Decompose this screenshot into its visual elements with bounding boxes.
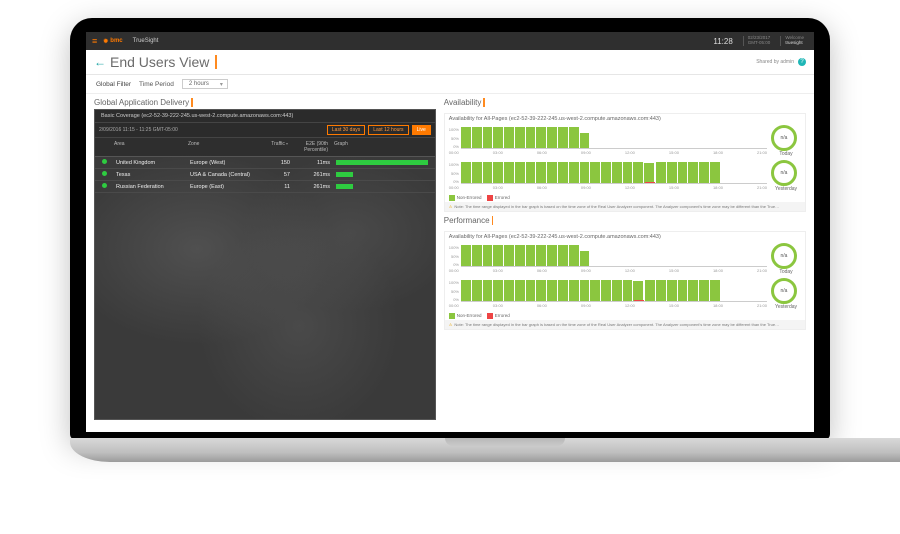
availability-subtitle: Availability for All-Pages (ec2-52-39-22…	[445, 114, 805, 124]
table-header: Area Zone Traffic E2E (90th Percentile) …	[95, 138, 435, 157]
perf-today-donut: n/a	[771, 243, 797, 269]
range-12h-button[interactable]: Last 12 hours	[368, 125, 408, 135]
title-accent	[215, 55, 217, 69]
filter-row: Global Filter Time Period 2 hours	[86, 75, 814, 94]
table-body: United KingdomEurope (West)15011msTexasU…	[95, 157, 435, 193]
perf-yest-sidelabel: n/a Yesterday	[771, 278, 801, 310]
perf-note: ⚠ Note: The time range displayed in the …	[445, 320, 805, 329]
performance-subtitle: Availability for All-Pages (ec2-52-39-22…	[445, 232, 805, 242]
availability-title: Availability	[444, 98, 806, 107]
perf-today-sidelabel: n/a Today	[771, 243, 801, 275]
brand-spark-icon: ✹	[103, 38, 108, 45]
clock: 11:28	[713, 37, 732, 46]
range-30d-button[interactable]: Last 30 days	[327, 125, 365, 135]
topbar: ≡ ✹ bmc TrueSight 11:28 02/23/2017 GMT-0…	[86, 32, 814, 50]
col-p90[interactable]: E2E (90th Percentile)	[291, 140, 331, 154]
laptop-base	[70, 438, 900, 462]
right-column: Availability Availability for All-Pages …	[444, 98, 806, 420]
header-user-block: Welcome truesight	[780, 36, 808, 46]
perf-today-row: 100%50%0%00:0003:0006:0009:0012:0015:001…	[445, 242, 805, 277]
header-date-tz: 02/23/2017 GMT-05:00	[743, 36, 775, 46]
warning-icon: ⚠	[449, 322, 453, 327]
panel-toolbar: 2/09/2016 11:15 - 11:25 GMT-05:00 Last 3…	[95, 122, 435, 138]
avail-today-donut: n/a	[771, 125, 797, 151]
avail-legend: Non-Errored Errored	[445, 194, 805, 202]
menu-icon[interactable]: ≡	[92, 37, 97, 46]
help-icon[interactable]: ?	[798, 58, 806, 66]
laptop-frame: ≡ ✹ bmc TrueSight 11:28 02/23/2017 GMT-0…	[70, 18, 830, 462]
avail-yest-row: 100%50%0%00:0003:0006:0009:0012:0015:001…	[445, 159, 805, 194]
status-dot-icon	[102, 171, 107, 176]
perf-yest-row: 100%50%0%00:0003:0006:0009:0012:0015:001…	[445, 277, 805, 312]
avail-today-chart: 100%50%0%00:0003:0006:0009:0012:0015:001…	[449, 127, 767, 155]
laptop-notch	[445, 438, 565, 446]
status-dot-icon	[102, 183, 107, 188]
main-content: Global Application Delivery Basic Covera…	[86, 94, 814, 428]
time-period-select[interactable]: 2 hours	[182, 79, 228, 89]
table-row[interactable]: United KingdomEurope (West)15011ms	[95, 157, 435, 169]
range-live-button[interactable]: Live	[412, 125, 431, 135]
app-screen: ≡ ✹ bmc TrueSight 11:28 02/23/2017 GMT-0…	[86, 32, 814, 432]
col-area[interactable]: Area	[111, 140, 185, 154]
col-traffic[interactable]: Traffic	[259, 140, 291, 154]
table-row[interactable]: Russian FederationEurope (East)11261ms	[95, 181, 435, 193]
status-dot-icon	[102, 159, 107, 164]
time-period-label: Time Period	[139, 81, 174, 88]
performance-title: Performance	[444, 216, 806, 225]
col-zone[interactable]: Zone	[185, 140, 259, 154]
avail-yest-sidelabel: n/a Yesterday	[771, 160, 801, 192]
performance-card: Availability for All-Pages (ec2-52-39-22…	[444, 231, 806, 330]
perf-today-chart: 100%50%0%00:0003:0006:0009:0012:0015:001…	[449, 245, 767, 273]
brand-logo: ✹ bmc	[103, 38, 122, 45]
table-row[interactable]: TexasUSA & Canada (Central)57261ms	[95, 169, 435, 181]
titlebar: ← End Users View Shared by admin ?	[86, 50, 814, 75]
page-title: End Users View	[110, 54, 209, 70]
left-section-title: Global Application Delivery	[94, 98, 436, 107]
col-graph: Graph	[331, 140, 431, 154]
shared-by: Shared by admin	[756, 59, 794, 65]
global-delivery-panel: Basic Coverage (ec2-52-39-222-245.us-wes…	[94, 109, 436, 420]
avail-yest-donut: n/a	[771, 160, 797, 186]
left-column: Global Application Delivery Basic Covera…	[94, 98, 436, 420]
avail-note: ⚠ Note: The time range displayed in the …	[445, 202, 805, 211]
panel-title: Basic Coverage (ec2-52-39-222-245.us-wes…	[95, 110, 435, 122]
product-name: TrueSight	[133, 38, 159, 44]
availability-card: Availability for All-Pages (ec2-52-39-22…	[444, 113, 806, 212]
perf-yest-chart: 100%50%0%00:0003:0006:0009:0012:0015:001…	[449, 280, 767, 308]
panel-timespan: 2/09/2016 11:15 - 11:25 GMT-05:00	[99, 127, 178, 133]
avail-yest-chart: 100%50%0%00:0003:0006:0009:0012:0015:001…	[449, 162, 767, 190]
warning-icon: ⚠	[449, 204, 453, 209]
back-icon[interactable]: ←	[94, 55, 106, 69]
header-tz: GMT-05:00	[748, 41, 771, 46]
perf-yest-donut: n/a	[771, 278, 797, 304]
avail-today-sidelabel: n/a Today	[771, 125, 801, 157]
global-filter-label: Global Filter	[96, 81, 131, 88]
header-user: truesight	[785, 41, 804, 46]
screen-bezel: ≡ ✹ bmc TrueSight 11:28 02/23/2017 GMT-0…	[70, 18, 830, 440]
perf-legend: Non-Errored Errored	[445, 312, 805, 320]
brand-text: bmc	[110, 38, 122, 44]
avail-today-row: 100%50%0%00:0003:0006:0009:0012:0015:001…	[445, 124, 805, 159]
